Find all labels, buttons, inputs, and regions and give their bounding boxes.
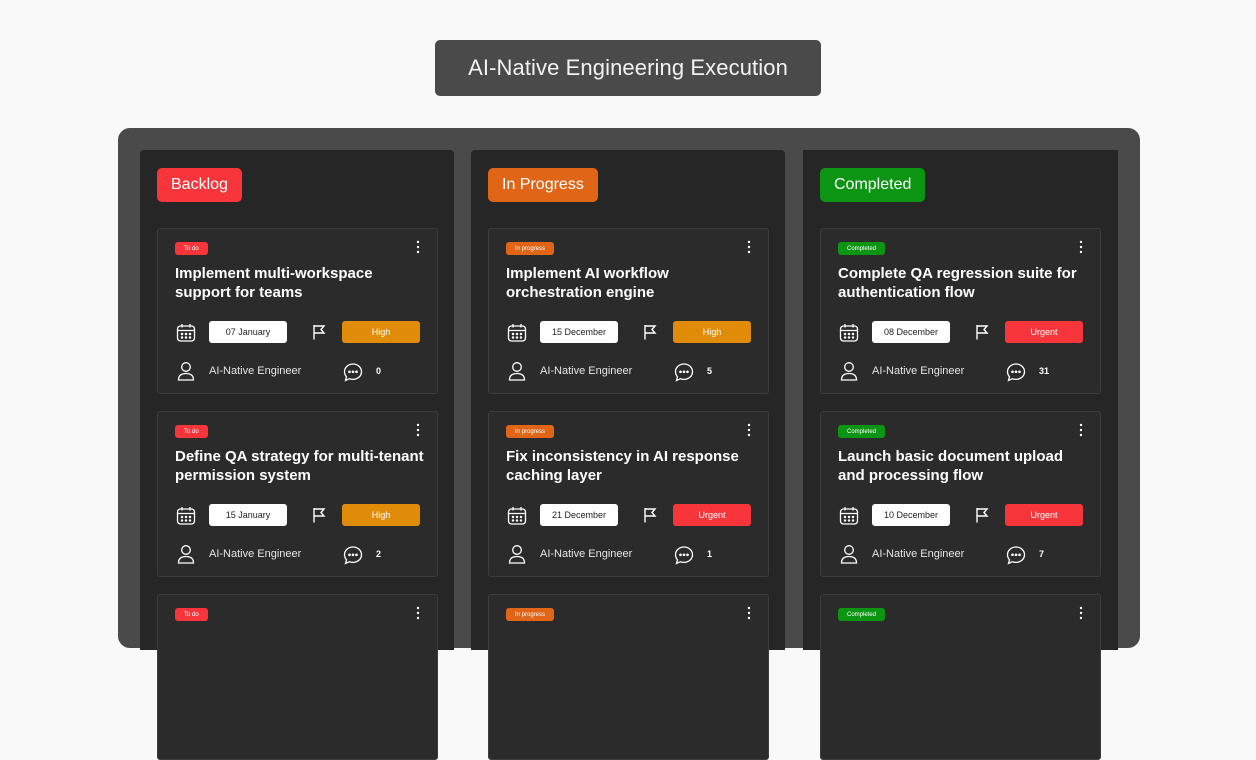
task-title: Fix inconsistency in AI response caching… [506, 448, 739, 484]
comment-count: 31 [1039, 366, 1050, 376]
priority-badge[interactable]: High [673, 321, 751, 343]
due-date[interactable]: 21 December [540, 504, 618, 526]
flag-icon [976, 508, 989, 523]
assignee-name: AI-Native Engineer [872, 548, 965, 560]
calendar-icon [839, 324, 859, 342]
kanban-board: Backlog To do Implement multi-workspace … [118, 128, 1140, 760]
status-tag: In progress [506, 425, 555, 438]
column-header-backlog[interactable]: Backlog [157, 168, 242, 202]
priority-badge[interactable]: Urgent [1005, 504, 1083, 526]
status-tag: In progress [506, 242, 555, 255]
user-icon [840, 545, 858, 564]
status-tag: Completed [838, 425, 886, 438]
comment-count: 1 [707, 549, 713, 559]
status-tag: To do [175, 425, 208, 438]
flag-icon [976, 325, 989, 340]
flag-icon [313, 325, 326, 340]
due-date[interactable]: 08 December [872, 321, 950, 343]
task-card[interactable]: Completed [820, 594, 1101, 760]
column-completed: Completed Completed Complete QA regressi… [803, 150, 1118, 760]
comment-icon[interactable] [674, 362, 694, 382]
assignee-name: AI-Native Engineer [540, 365, 633, 377]
comment-icon[interactable] [343, 545, 363, 565]
assignee-name: AI-Native Engineer [540, 548, 633, 560]
calendar-icon [507, 507, 527, 525]
flag-icon [644, 508, 657, 523]
more-options-icon[interactable] [745, 422, 753, 438]
more-options-icon[interactable] [1077, 605, 1085, 621]
column-header-completed[interactable]: Completed [820, 168, 926, 202]
task-title: Define QA strategy for multi-tenant perm… [175, 448, 424, 484]
task-title: Implement AI workflow orchestration engi… [506, 265, 669, 301]
more-options-icon[interactable] [1077, 422, 1085, 438]
column-backlog: Backlog To do Implement multi-workspace … [140, 150, 454, 760]
more-options-icon[interactable] [414, 239, 422, 255]
flag-icon [644, 325, 657, 340]
user-icon [177, 545, 195, 564]
comment-icon[interactable] [1006, 362, 1026, 382]
status-tag: Completed [838, 608, 886, 621]
task-card[interactable]: To do [157, 594, 438, 760]
user-icon [177, 362, 195, 381]
task-title: Implement multi-workspace support for te… [175, 265, 373, 301]
status-tag: To do [175, 242, 208, 255]
assignee-name: AI-Native Engineer [209, 365, 302, 377]
comment-count: 2 [376, 549, 382, 559]
status-tag: Completed [838, 242, 886, 255]
comment-count: 0 [376, 366, 382, 376]
user-icon [840, 362, 858, 381]
task-title: Launch basic document upload and process… [838, 448, 1064, 484]
due-date[interactable]: 15 December [540, 321, 618, 343]
calendar-icon [839, 507, 859, 525]
comment-icon[interactable] [674, 545, 694, 565]
task-card[interactable]: In progress Fix inconsistency in AI resp… [488, 411, 769, 577]
user-icon [508, 545, 526, 564]
priority-badge[interactable]: Urgent [1005, 321, 1083, 343]
more-options-icon[interactable] [414, 605, 422, 621]
comment-count: 5 [707, 366, 713, 376]
flag-icon [313, 508, 326, 523]
more-options-icon[interactable] [745, 605, 753, 621]
task-card[interactable]: Completed Complete QA regression suite f… [820, 228, 1101, 394]
priority-badge[interactable]: Urgent [673, 504, 751, 526]
more-options-icon[interactable] [745, 239, 753, 255]
calendar-icon [176, 324, 196, 342]
more-options-icon[interactable] [414, 422, 422, 438]
task-card[interactable]: In progress [488, 594, 769, 760]
due-date[interactable]: 07 January [209, 321, 287, 343]
task-card[interactable]: Completed Launch basic document upload a… [820, 411, 1101, 577]
priority-badge[interactable]: High [342, 504, 420, 526]
calendar-icon [507, 324, 527, 342]
comment-count: 7 [1039, 549, 1045, 559]
assignee-name: AI-Native Engineer [872, 365, 965, 377]
task-card[interactable]: To do Implement multi-workspace support … [157, 228, 438, 394]
task-card[interactable]: In progress Implement AI workflow orches… [488, 228, 769, 394]
task-title: Complete QA regression suite for authent… [838, 265, 1077, 301]
priority-badge[interactable]: High [342, 321, 420, 343]
page-title: AI-Native Engineering Execution [435, 40, 821, 96]
more-options-icon[interactable] [1077, 239, 1085, 255]
assignee-name: AI-Native Engineer [209, 548, 302, 560]
user-icon [508, 362, 526, 381]
task-card[interactable]: To do Define QA strategy for multi-tenan… [157, 411, 438, 577]
comment-icon[interactable] [1006, 545, 1026, 565]
status-tag: In progress [506, 608, 555, 621]
status-tag: To do [175, 608, 208, 621]
due-date[interactable]: 15 January [209, 504, 287, 526]
due-date[interactable]: 10 December [872, 504, 950, 526]
calendar-icon [176, 507, 196, 525]
column-header-in-progress[interactable]: In Progress [488, 168, 598, 202]
comment-icon[interactable] [343, 362, 363, 382]
column-in-progress: In Progress In progress Implement AI wor… [471, 150, 785, 760]
